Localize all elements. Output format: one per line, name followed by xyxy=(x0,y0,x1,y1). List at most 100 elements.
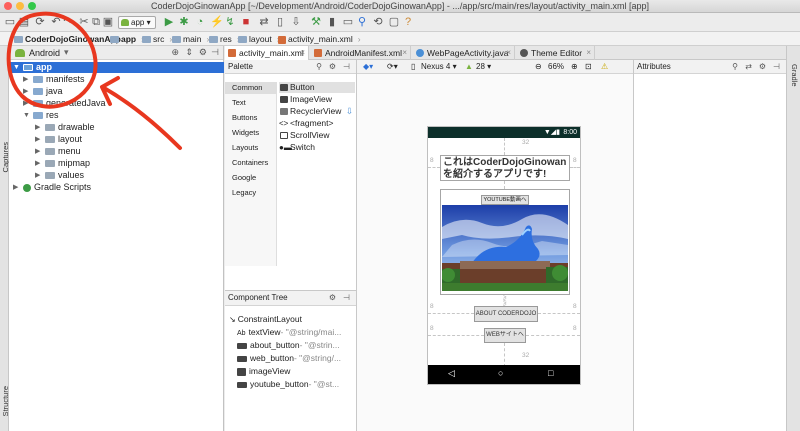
run-icon[interactable]: ▶ xyxy=(163,16,175,28)
tab-activity-main[interactable]: activity_main.xml × xyxy=(225,46,309,60)
collapse-arrow-icon[interactable]: ▶ xyxy=(23,74,30,85)
tree-item-app[interactable]: ▼ app xyxy=(9,62,224,73)
close-tab-icon[interactable]: × xyxy=(402,46,407,60)
component-tree-item[interactable]: web_button- "@string/... xyxy=(237,352,355,364)
hide-panel-icon[interactable]: ⊣ xyxy=(211,47,219,58)
api-select[interactable]: 28 ▾ xyxy=(476,60,491,74)
stop-icon[interactable]: ■ xyxy=(240,16,252,28)
cut-icon[interactable]: ✂ xyxy=(78,16,90,28)
palette-category-widgets[interactable]: Widgets xyxy=(225,127,277,139)
collapse-arrow-icon[interactable]: ▶ xyxy=(35,146,42,157)
expand-arrow-icon[interactable]: ▼ xyxy=(23,110,30,121)
copy-icon[interactable]: ⧉ xyxy=(90,16,102,28)
hide-panel-icon[interactable]: ⊣ xyxy=(343,60,350,74)
close-tab-icon[interactable]: × xyxy=(300,46,305,60)
paste-icon[interactable]: ▣ xyxy=(102,16,114,28)
palette-widget-switch[interactable]: ●▬ Switch xyxy=(279,142,355,153)
gear-icon[interactable]: ⚙ xyxy=(199,47,207,58)
hide-panel-icon[interactable]: ⊣ xyxy=(343,291,350,305)
warning-icon[interactable]: ⚠ xyxy=(601,60,608,74)
breadcrumb-app[interactable]: app› xyxy=(110,34,144,45)
breadcrumb-layout[interactable]: layout› xyxy=(238,34,280,45)
close-tab-icon[interactable]: × xyxy=(586,46,591,60)
palette-category-common[interactable]: Common xyxy=(225,82,277,94)
collapse-arrow-icon[interactable]: ▶ xyxy=(23,98,30,109)
tree-item-menu[interactable]: ▶ menu xyxy=(9,146,81,157)
tab-android-manifest[interactable]: AndroidManifest.xml × xyxy=(311,46,411,60)
tree-item-res[interactable]: ▼ res xyxy=(9,110,59,121)
tree-item-generatedjava[interactable]: ▶ generatedJava xyxy=(9,98,106,109)
collapse-arrow-icon[interactable]: ▶ xyxy=(13,182,20,193)
palette-widget-scrollview[interactable]: ScrollView xyxy=(279,130,355,141)
close-tab-icon[interactable]: × xyxy=(506,46,511,60)
profile-icon[interactable]: ◔ xyxy=(194,16,206,28)
breadcrumb-src[interactable]: src › xyxy=(142,34,172,45)
gear-icon[interactable]: ⚙ xyxy=(329,291,336,305)
debug-icon[interactable]: ✱ xyxy=(178,16,190,28)
device-icon[interactable]: ▮ xyxy=(326,16,338,28)
vcs-icon[interactable]: ⟲ xyxy=(372,16,384,28)
fit-screen-icon[interactable]: ⊡ xyxy=(585,60,592,74)
image-view[interactable]: YOUTUBE動画へ xyxy=(440,189,570,295)
search-icon[interactable]: ⚲ xyxy=(732,60,738,74)
collapse-arrow-icon[interactable]: ▶ xyxy=(35,134,42,145)
palette-category-layouts[interactable]: Layouts xyxy=(225,142,277,154)
maximize-window-button[interactable] xyxy=(28,2,36,10)
collapse-arrow-icon[interactable]: ▶ xyxy=(35,122,42,133)
web-site-button[interactable]: WEBサイトへ xyxy=(484,328,526,343)
tree-item-gradle-scripts[interactable]: ▶ Gradle Scripts xyxy=(9,182,91,193)
redo-icon[interactable]: ↷ xyxy=(62,16,74,28)
tree-item-values[interactable]: ▶ values xyxy=(9,170,84,181)
tree-item-drawable[interactable]: ▶ drawable xyxy=(9,122,95,133)
tree-item-layout[interactable]: ▶ layout xyxy=(9,134,82,145)
swap-view-icon[interactable]: ⇄ xyxy=(745,60,752,74)
minimize-window-button[interactable] xyxy=(16,2,24,10)
collapse-icon[interactable]: ⇕ xyxy=(185,47,193,58)
orientation-icon[interactable]: ⟳▾ xyxy=(387,60,398,74)
search-everywhere-icon[interactable]: ⚲ xyxy=(356,16,368,28)
gear-icon[interactable]: ⚙ xyxy=(759,60,766,74)
open-folder-icon[interactable]: ▭ xyxy=(4,16,16,28)
zoom-in-icon[interactable]: ⊕ xyxy=(571,60,578,74)
tree-item-java[interactable]: ▶ java xyxy=(9,86,63,97)
component-tree-item[interactable]: Ab textView- "@string/mai... xyxy=(237,326,355,338)
tab-theme-editor[interactable]: Theme Editor × xyxy=(517,46,595,60)
palette-category-google[interactable]: Google xyxy=(225,172,277,184)
layout-inspector-icon[interactable]: ⚒ xyxy=(310,16,322,28)
tab-webpage-activity[interactable]: WebPageActivity.java × xyxy=(413,46,515,60)
title-textview[interactable]: これはCoderDojoGinowanを紹介するアプリです! xyxy=(440,155,570,181)
gradle-tool-tab[interactable]: Gradle xyxy=(790,64,799,87)
home-icon[interactable]: ○ xyxy=(498,368,503,378)
sdk-manager-icon[interactable]: ⇩ xyxy=(290,16,302,28)
save-icon[interactable]: ▤ xyxy=(18,16,30,28)
breadcrumb-main[interactable]: main › xyxy=(172,34,209,45)
back-icon[interactable]: ◁ xyxy=(448,368,455,379)
expand-arrow-icon[interactable]: ▼ xyxy=(13,62,20,73)
undo-icon[interactable]: ↶ xyxy=(50,16,62,28)
settings-icon[interactable]: ▢ xyxy=(388,16,400,28)
device-preview[interactable]: ▼◢▮ 8:00 32 8 8 これはCoderDojoGinowanを紹介する… xyxy=(427,126,581,385)
breadcrumb-file[interactable]: activity_main.xml › xyxy=(278,34,361,45)
chevron-down-icon[interactable]: ▾ xyxy=(64,47,69,58)
device-select[interactable]: Nexus 4 ▾ xyxy=(421,60,457,74)
palette-widget-fragment[interactable]: <> <fragment> xyxy=(279,118,355,129)
youtube-button[interactable]: YOUTUBE動画へ xyxy=(481,195,529,205)
search-icon[interactable]: ⚲ xyxy=(316,60,322,74)
apply-changes-icon[interactable]: ↯ xyxy=(224,16,236,28)
component-tree-item[interactable]: about_button- "@strin... xyxy=(237,339,355,351)
sync-project-icon[interactable]: ⊕ xyxy=(171,47,179,58)
attach-debugger-icon[interactable]: ⚡ xyxy=(210,16,224,28)
component-tree-root[interactable]: ↘ ConstraintLayout xyxy=(229,313,355,325)
collapse-arrow-icon[interactable]: ▶ xyxy=(23,86,30,97)
avd-manager-icon[interactable]: ▯ xyxy=(274,16,286,28)
tree-item-manifests[interactable]: ▶ manifests xyxy=(9,74,85,85)
monitor-icon[interactable]: ▭ xyxy=(342,16,354,28)
component-tree-item[interactable]: youtube_button- "@st... xyxy=(237,378,355,390)
project-view-select[interactable]: Android xyxy=(29,48,60,58)
close-window-button[interactable] xyxy=(4,2,12,10)
collapse-arrow-icon[interactable]: ▶ xyxy=(35,158,42,169)
palette-widget-imageview[interactable]: ImageView xyxy=(279,94,355,105)
sync-icon[interactable]: ⟳ xyxy=(34,16,46,28)
zoom-out-icon[interactable]: ⊖ xyxy=(535,60,542,74)
gear-icon[interactable]: ⚙ xyxy=(329,60,336,74)
